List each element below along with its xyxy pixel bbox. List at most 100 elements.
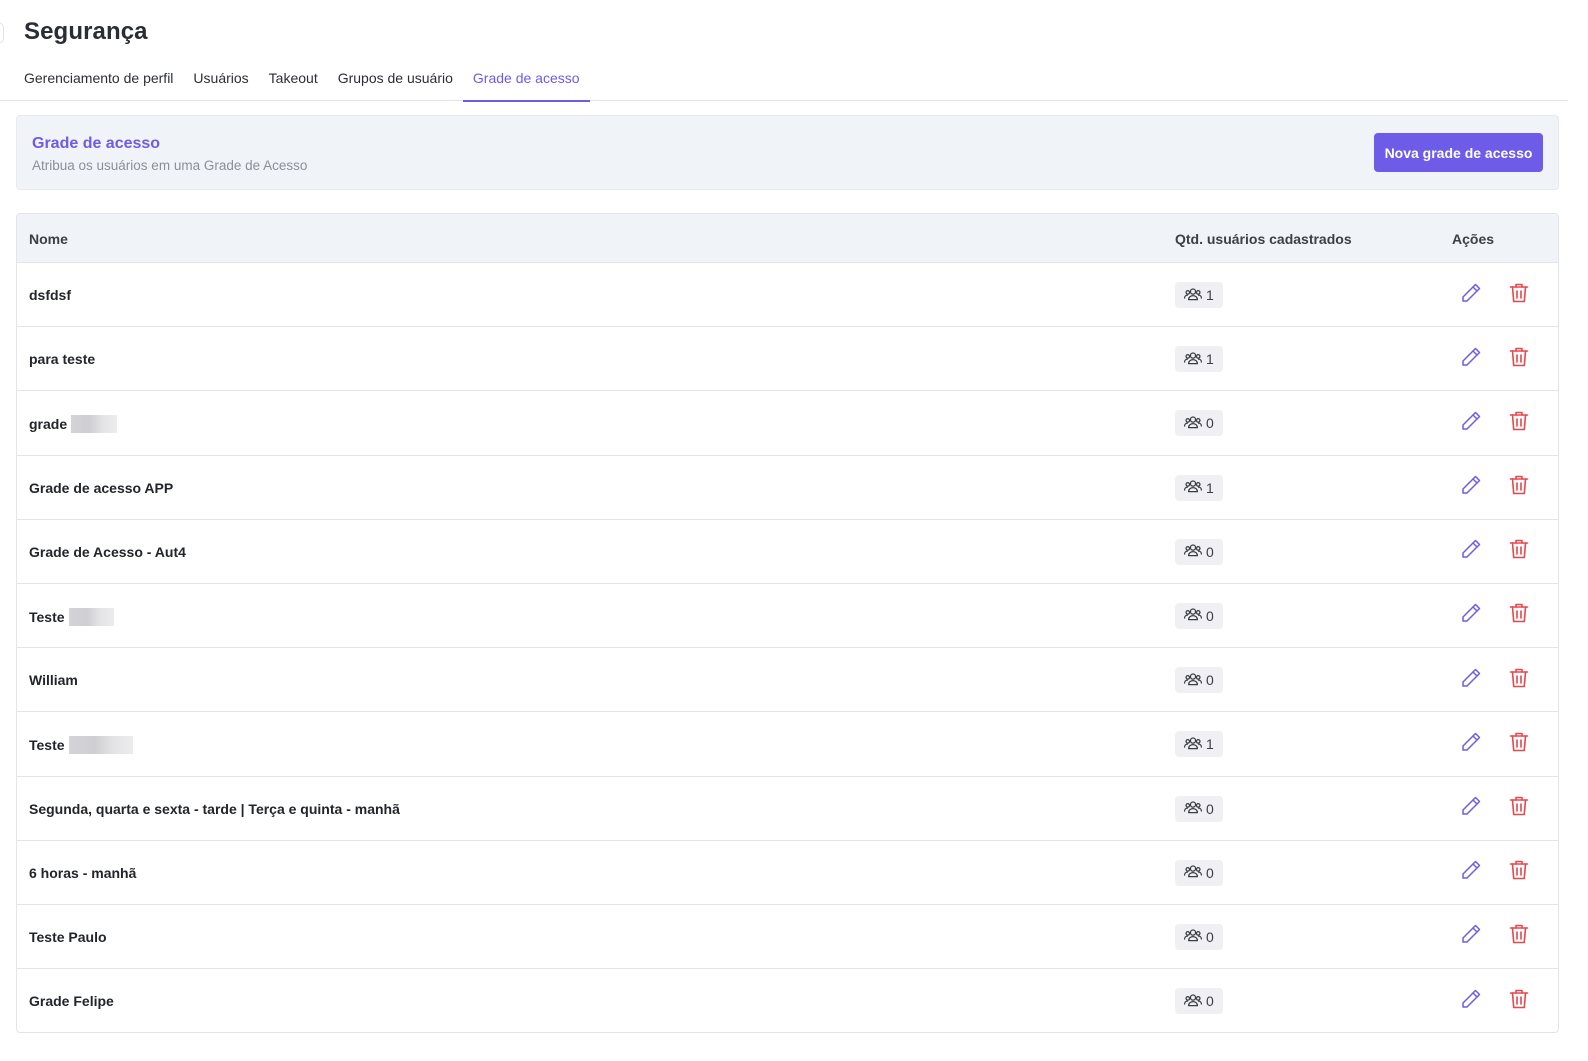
user-count-value: 0	[1206, 800, 1214, 817]
pencil-icon	[1459, 858, 1483, 887]
row-name: Grade de Acesso - Aut4	[29, 544, 186, 560]
pencil-icon	[1459, 281, 1483, 310]
tab-bar: Gerenciamento de perfil Usuários Takeout…	[0, 62, 1568, 102]
edit-button[interactable]	[1458, 475, 1484, 501]
edit-button[interactable]	[1458, 346, 1484, 372]
edit-button[interactable]	[1458, 988, 1484, 1014]
tab-usuarios[interactable]: Usuários	[183, 62, 258, 101]
pencil-icon	[1459, 473, 1483, 502]
delete-button[interactable]	[1506, 860, 1532, 886]
table-header: Nome Qtd. usuários cadastrados Ações	[17, 214, 1558, 263]
user-count-value: 0	[1206, 993, 1214, 1010]
trash-icon	[1507, 858, 1531, 887]
row-name-text: Grade de acesso APP	[29, 479, 174, 496]
users-icon	[1183, 735, 1206, 754]
delete-button[interactable]	[1506, 410, 1532, 436]
edit-button[interactable]	[1458, 539, 1484, 565]
users-icon	[1183, 414, 1206, 433]
row-name-text: Grade Felipe	[29, 993, 114, 1010]
section-title: Grade de acesso	[32, 135, 161, 152]
table-row: Segunda, quarta e sexta - tarde | Terça …	[17, 777, 1558, 841]
edit-button[interactable]	[1458, 667, 1484, 693]
pencil-icon	[1459, 922, 1483, 951]
column-header-qty: Qtd. usuários cadastrados	[1175, 231, 1352, 247]
edit-button[interactable]	[1458, 410, 1484, 436]
users-icon	[1183, 606, 1206, 625]
user-count-value: 1	[1206, 351, 1214, 368]
row-name: Grade de acesso APP	[29, 480, 173, 496]
tab-grade-de-acesso[interactable]: Grade de acesso	[462, 62, 590, 102]
delete-button[interactable]	[1506, 796, 1532, 822]
row-name: grade	[29, 415, 118, 434]
table-row: grade 0	[17, 391, 1558, 456]
user-count-value: 0	[1206, 543, 1214, 560]
users-icon	[1183, 927, 1206, 946]
row-name-text: grade	[29, 416, 68, 433]
section-header-card: Grade de acesso Atribua os usuários em u…	[16, 115, 1559, 190]
table-row: Grade de acesso APP 1	[17, 456, 1558, 520]
delete-button[interactable]	[1506, 924, 1532, 950]
delete-button[interactable]	[1506, 731, 1532, 757]
table-body: dsfdsf 1 para teste 1 grade 0 Grade de a…	[17, 263, 1558, 1032]
delete-button[interactable]	[1506, 539, 1532, 565]
table-row: 6 horas - manhã 0	[17, 841, 1558, 905]
tab-gerenciamento-de-perfil[interactable]: Gerenciamento de perfil	[14, 62, 183, 101]
edit-button[interactable]	[1458, 603, 1484, 629]
trash-icon	[1507, 281, 1531, 310]
table-row: Teste Paulo 0	[17, 905, 1558, 970]
column-header-name: Nome	[29, 231, 68, 247]
tab-takeout[interactable]: Takeout	[259, 62, 328, 101]
table-row: William 0	[17, 648, 1558, 713]
users-icon	[1183, 799, 1206, 818]
row-name-text: Teste	[29, 737, 65, 754]
delete-button[interactable]	[1506, 346, 1532, 372]
user-count-badge: 1	[1175, 731, 1223, 758]
tab-grupos-de-usuario[interactable]: Grupos de usuário	[328, 62, 463, 101]
row-name: Teste	[29, 607, 114, 626]
row-name: para teste	[29, 351, 95, 367]
user-count-badge: 0	[1175, 859, 1223, 886]
row-name: Teste Paulo	[29, 929, 107, 945]
row-name-text: William	[29, 672, 78, 689]
user-count-value: 0	[1206, 607, 1214, 624]
user-count-value: 0	[1206, 864, 1214, 881]
collapsed-sidebar-edge[interactable]	[0, 22, 4, 44]
table-row: Grade Felipe 0	[17, 969, 1558, 1032]
pencil-icon	[1459, 409, 1483, 438]
delete-button[interactable]	[1506, 475, 1532, 501]
trash-icon	[1507, 730, 1531, 759]
user-count-value: 1	[1206, 736, 1214, 753]
table-row: Grade de Acesso - Aut4 0	[17, 520, 1558, 584]
new-access-grid-button[interactable]: Nova grade de acesso	[1374, 133, 1543, 172]
delete-button[interactable]	[1506, 988, 1532, 1014]
edit-button[interactable]	[1458, 796, 1484, 822]
row-name: Segunda, quarta e sexta - tarde | Terça …	[29, 801, 400, 817]
pencil-icon	[1459, 666, 1483, 695]
edit-button[interactable]	[1458, 731, 1484, 757]
row-name-text: Teste Paulo	[29, 928, 107, 945]
edit-button[interactable]	[1458, 924, 1484, 950]
edit-button[interactable]	[1458, 860, 1484, 886]
row-name-text: para teste	[29, 351, 96, 368]
row-name-text: 6 horas - manhã	[29, 864, 137, 881]
user-count-badge: 0	[1175, 538, 1223, 565]
redacted-text	[68, 736, 133, 755]
user-count-badge: 0	[1175, 602, 1223, 629]
user-count-badge: 0	[1175, 923, 1223, 950]
edit-button[interactable]	[1458, 282, 1484, 308]
trash-icon	[1507, 794, 1531, 823]
delete-button[interactable]	[1506, 603, 1532, 629]
pencil-icon	[1459, 794, 1483, 823]
user-count-badge: 1	[1175, 346, 1223, 373]
column-header-actions: Ações	[1452, 231, 1495, 247]
section-subtitle: Atribua os usuários em uma Grade de Aces…	[32, 158, 308, 173]
access-grid-table: Nome Qtd. usuários cadastrados Ações dsf…	[16, 213, 1559, 1033]
table-row: dsfdsf 1	[17, 263, 1558, 328]
delete-button[interactable]	[1506, 282, 1532, 308]
row-name-text: Grade de Acesso - Aut4	[29, 543, 186, 560]
pencil-icon	[1459, 537, 1483, 566]
delete-button[interactable]	[1506, 667, 1532, 693]
user-count-badge: 0	[1175, 988, 1223, 1015]
user-count-value: 1	[1206, 479, 1214, 496]
row-name-text: dsfdsf	[29, 287, 71, 303]
